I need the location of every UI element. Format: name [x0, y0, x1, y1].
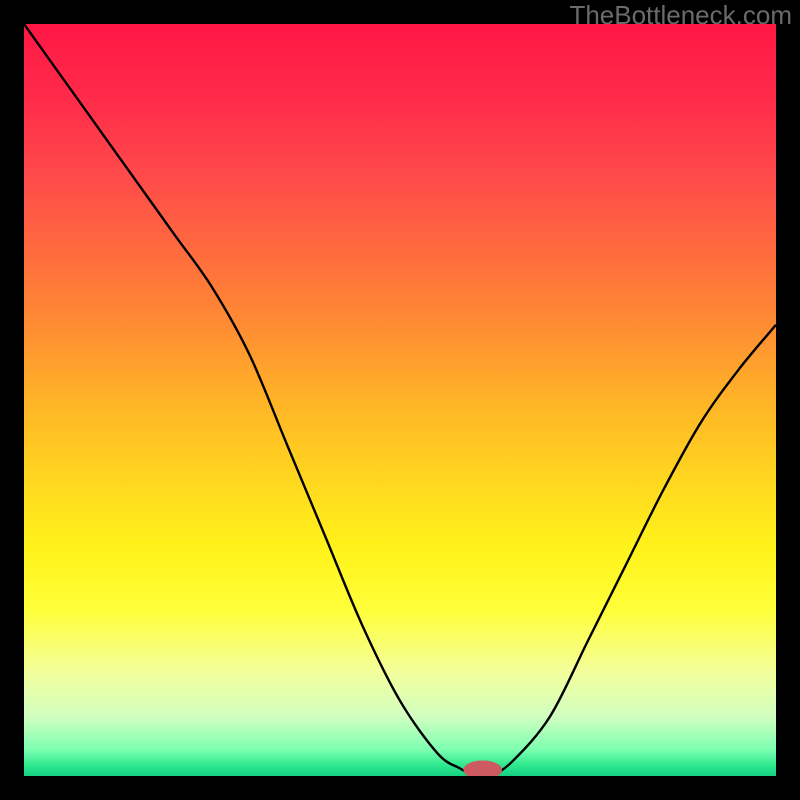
optimum-marker: [464, 761, 502, 776]
gradient-background: [24, 24, 776, 776]
bottleneck-chart: [24, 24, 776, 776]
plot-area: [24, 24, 776, 776]
chart-frame: TheBottleneck.com: [0, 0, 800, 800]
